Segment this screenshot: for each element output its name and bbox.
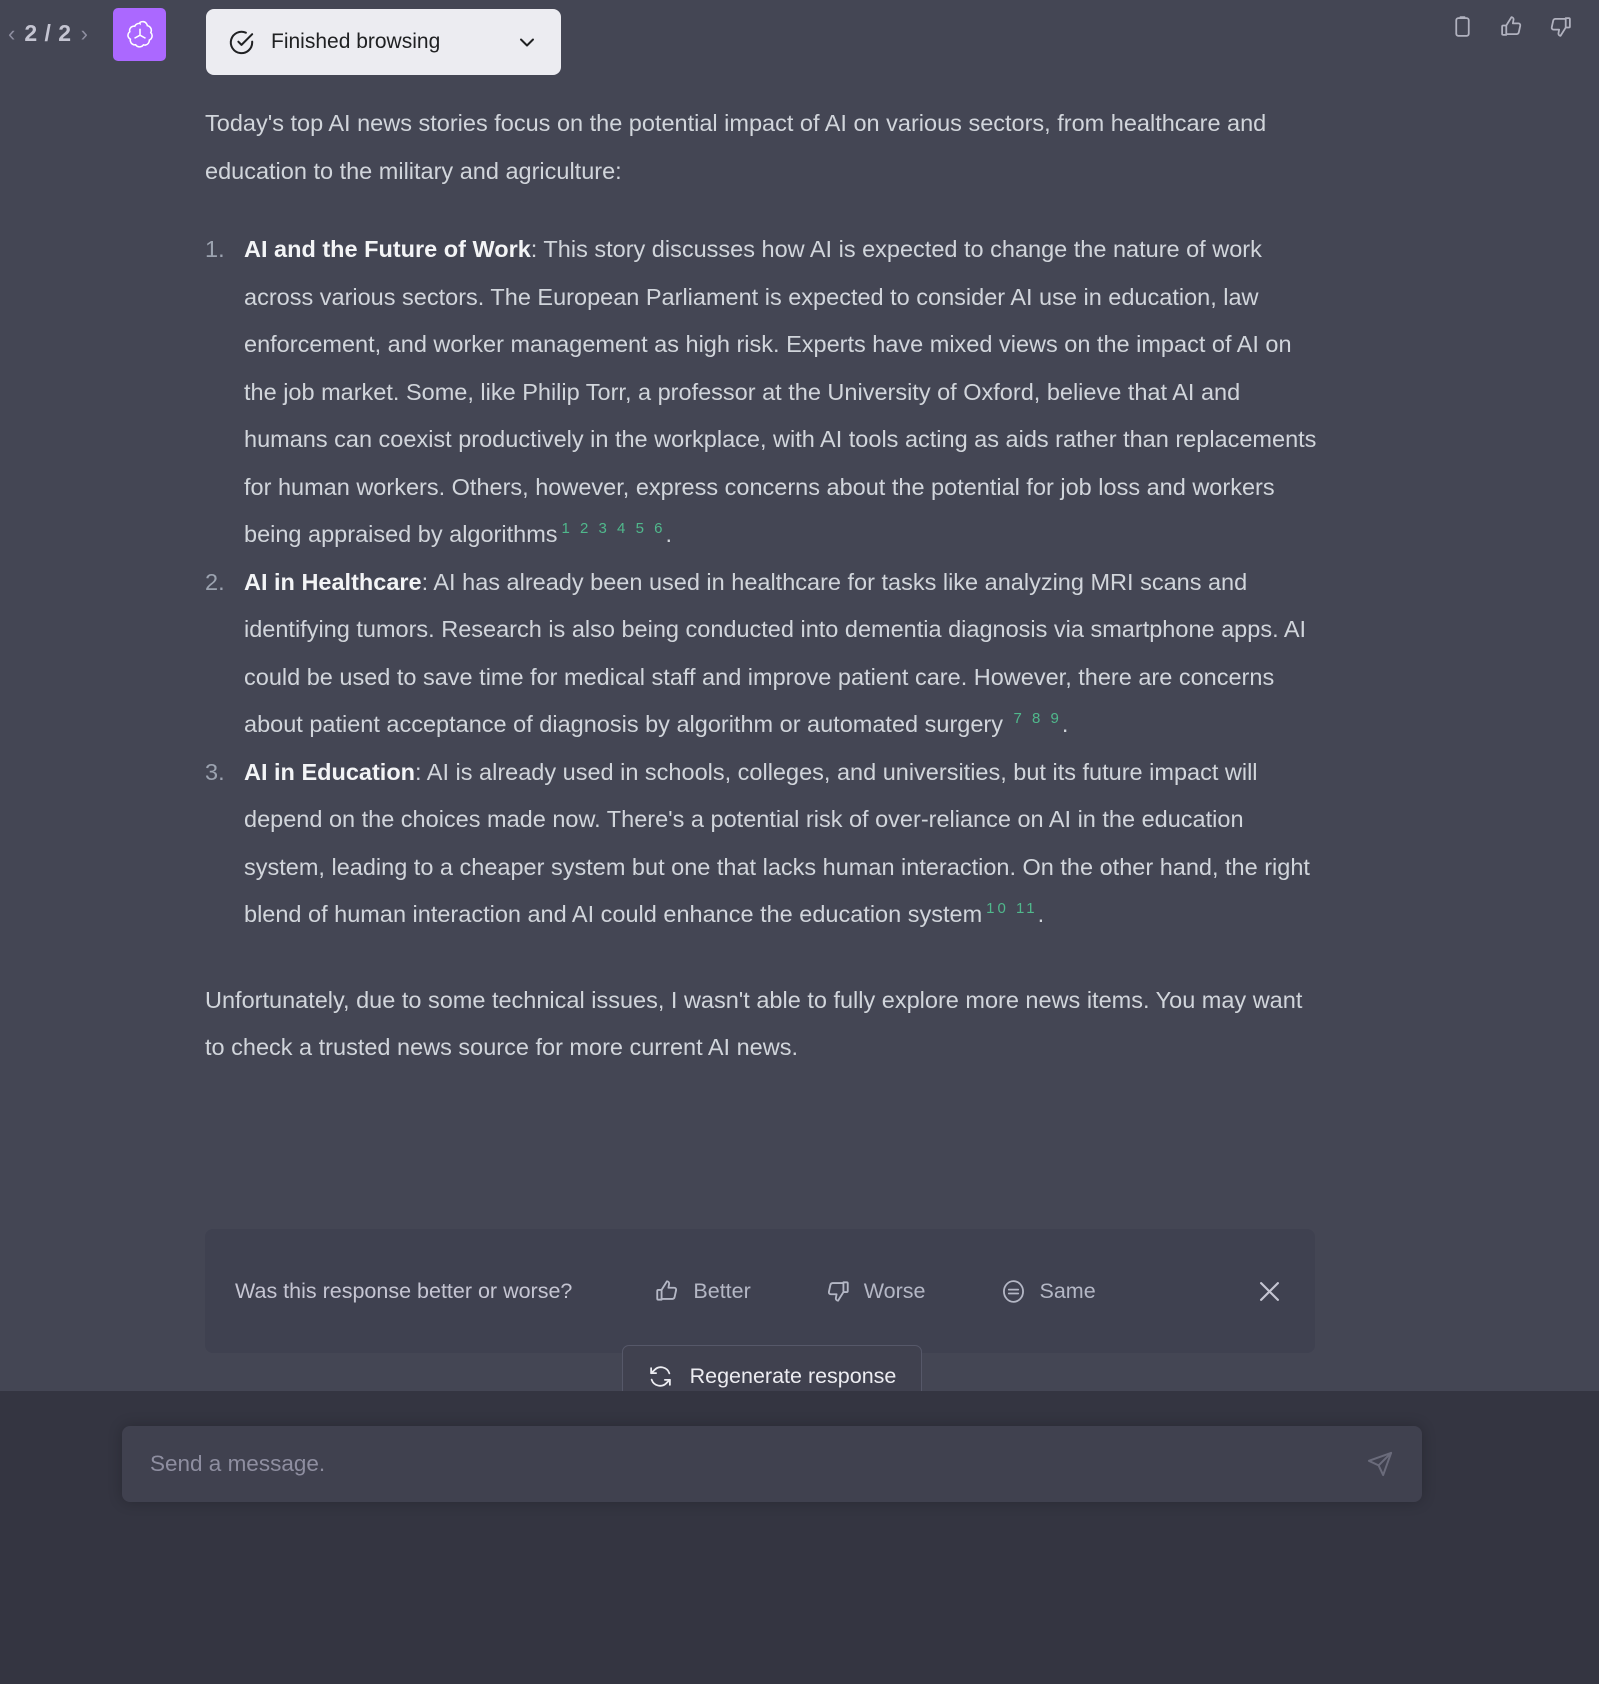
story-list: AI and the Future of Work: This story di… [205,226,1320,939]
pager-count: 2 / 2 [24,20,72,46]
composer-area: ChatGPT may produce inaccurate informati… [0,1391,1599,1684]
refresh-icon [648,1364,673,1389]
feedback-better-label: Better [693,1278,751,1303]
chevron-right-icon[interactable]: › [81,22,88,45]
chevron-left-icon[interactable]: ‹ [8,22,15,45]
story-title: AI in Education [244,758,416,785]
story-title: AI and the Future of Work [244,236,531,262]
citation-refs[interactable]: 7 8 9 [1010,710,1062,727]
thumbs-up-icon [654,1278,680,1304]
check-circle-icon [228,29,255,56]
story-tail: . [665,521,672,547]
story-tail: . [1037,901,1045,927]
story-title: AI in Healthcare [244,568,422,595]
finished-browsing-pill[interactable]: Finished browsing [206,9,561,75]
feedback-same-button[interactable]: Same [1000,1278,1096,1305]
feedback-worse-button[interactable]: Worse [825,1278,926,1304]
send-icon[interactable] [1366,1450,1394,1478]
outro-paragraph: Unfortunately, due to some technical iss… [205,986,1303,1061]
message-composer[interactable] [122,1426,1422,1502]
citation-refs[interactable]: 1 2 3 4 5 6 [558,520,666,537]
feedback-worse-label: Worse [863,1278,926,1303]
equals-circle-icon [1000,1278,1027,1305]
assistant-message-body: Today's top AI news stories focus on the… [205,100,1320,1072]
story-tail: . [1061,711,1069,737]
intro-paragraph: Today's top AI news stories focus on the… [205,110,1267,184]
finished-browsing-label: Finished browsing [271,30,441,53]
list-item: AI and the Future of Work: This story di… [205,226,1320,559]
chatgpt-conversation-page: ‹ 2 / 2 › Finished browsing Today's top … [0,0,1599,1684]
close-icon[interactable] [1254,1276,1285,1307]
feedback-better-button[interactable]: Better [654,1278,751,1304]
thumbs-up-icon[interactable] [1499,14,1524,44]
thumbs-down-icon[interactable] [1548,14,1573,44]
feedback-same-label: Same [1039,1278,1096,1303]
list-item: AI in Education: AI is already used in s… [205,749,1320,939]
response-pager: ‹ 2 / 2 › [8,20,88,47]
message-input[interactable] [150,1451,1366,1477]
feedback-question: Was this response better or worse? [235,1278,573,1303]
assistant-avatar [113,8,166,61]
citation-refs[interactable]: 10 11 [982,900,1037,917]
openai-logo-icon [126,20,153,48]
copy-icon[interactable] [1450,14,1475,44]
thumbs-down-icon [825,1278,851,1304]
message-header: ‹ 2 / 2 › Finished browsing [0,0,1599,86]
chevron-down-icon[interactable] [515,30,539,54]
feedback-bar: Was this response better or worse? Bette… [205,1229,1315,1353]
regenerate-label: Regenerate response [689,1364,897,1388]
message-actions [1450,14,1573,44]
list-item: AI in Healthcare: AI has already been us… [205,559,1320,749]
story-body: : This story discusses how AI is expecte… [244,236,1317,547]
